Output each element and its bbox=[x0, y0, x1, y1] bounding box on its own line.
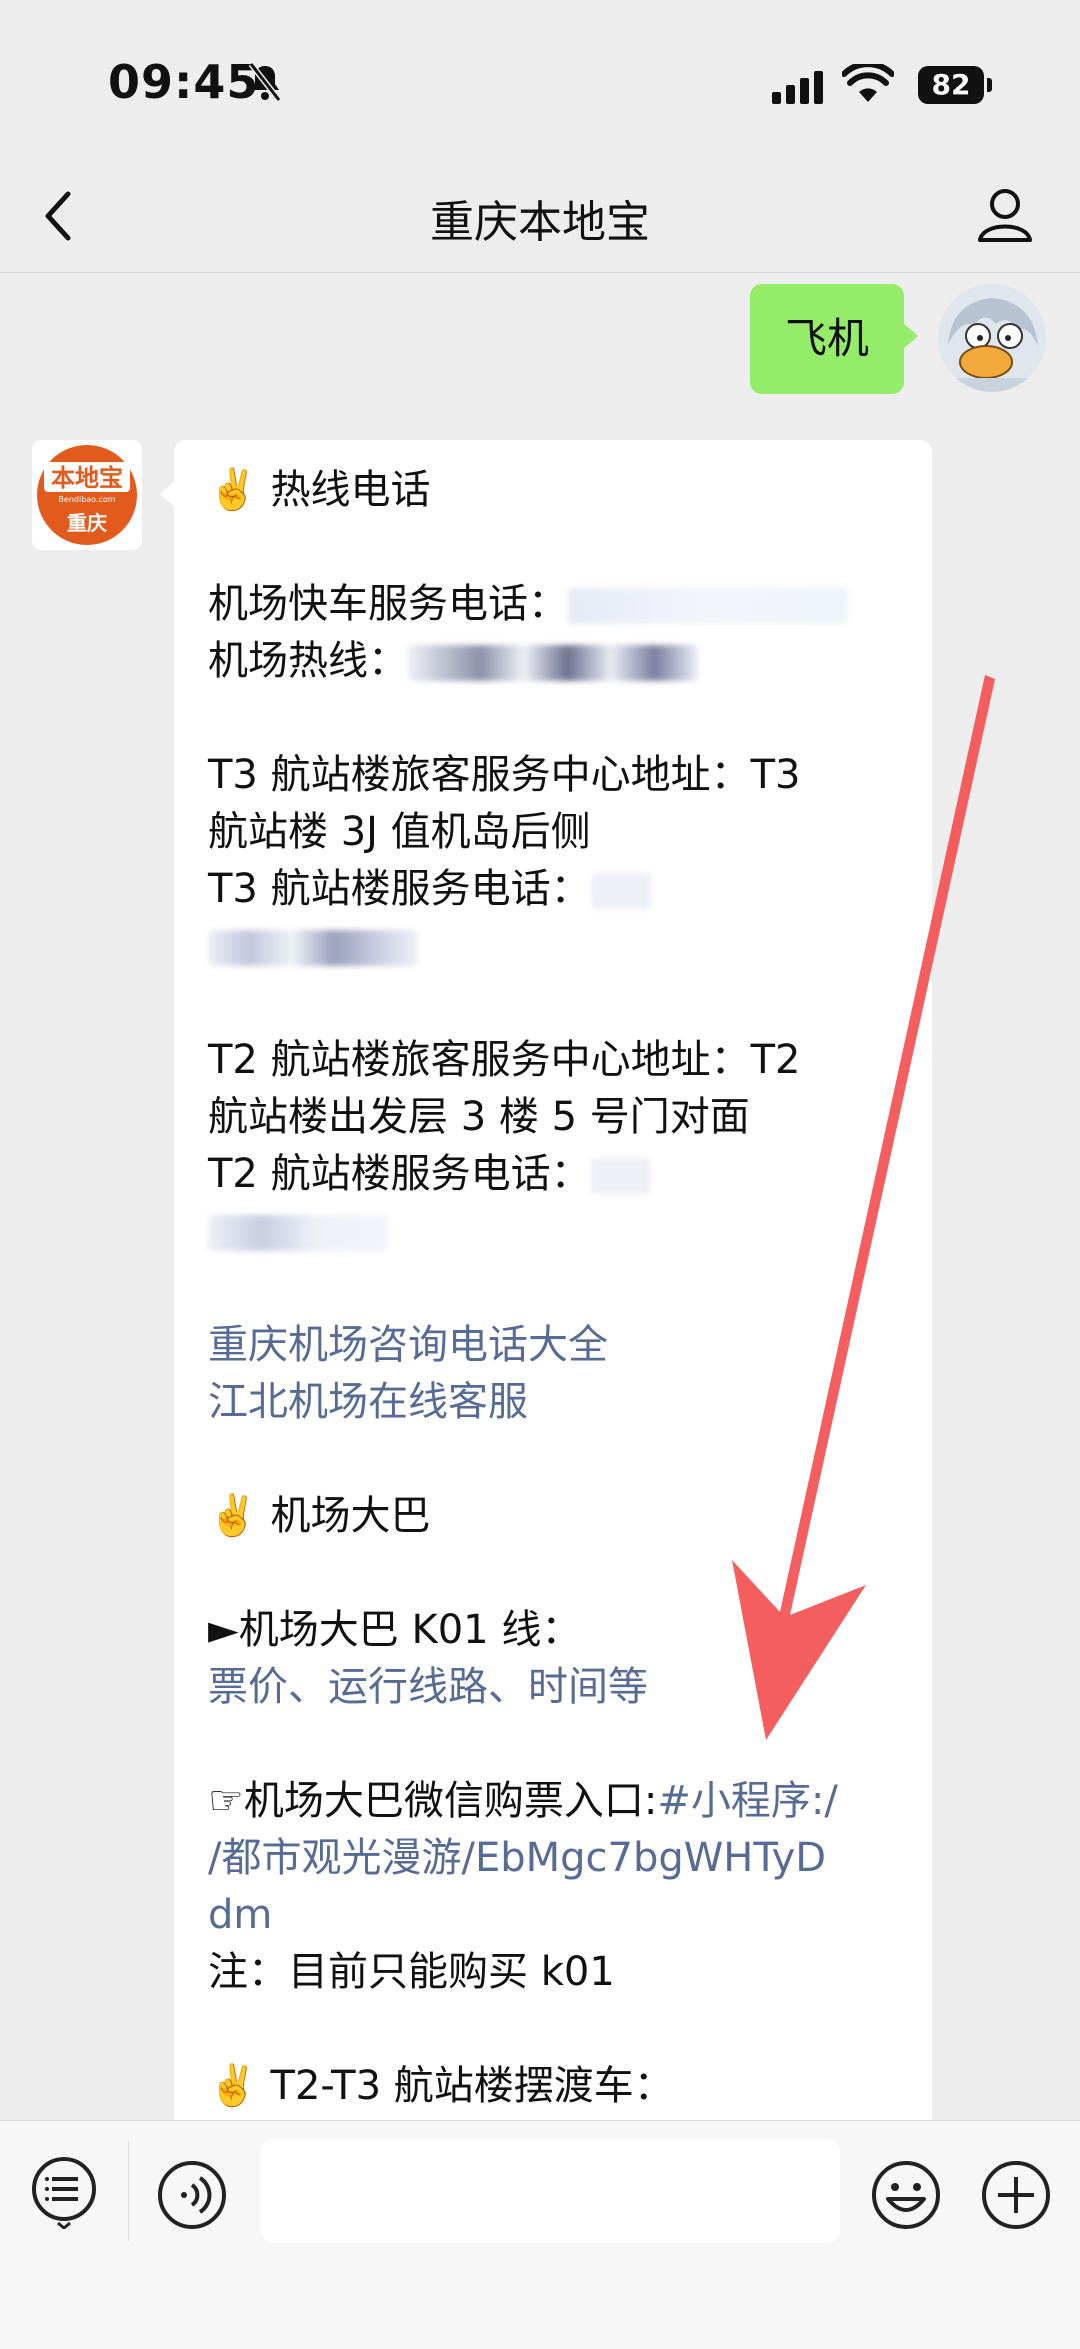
t3-phone-value-row bbox=[208, 918, 908, 975]
status-bar: 09:45 82 bbox=[0, 0, 1080, 170]
hotline-label: 机场热线： bbox=[208, 638, 408, 684]
redacted-phone bbox=[568, 588, 848, 624]
outgoing-message-bubble[interactable]: 飞机 bbox=[750, 284, 918, 394]
express-phone-label: 机场快车服务电话： bbox=[208, 581, 568, 627]
redacted-phone bbox=[590, 873, 651, 909]
message-content: ✌️ 热线电话 机场快车服务电话： 机场热线： T3 航站楼旅客服务中心地址：T… bbox=[208, 462, 908, 2115]
bot-avatar-top-text: 本地宝 bbox=[51, 464, 123, 492]
profile-icon[interactable] bbox=[975, 184, 1035, 248]
t3-address-line-1: T3 航站楼旅客服务中心地址：T3 bbox=[208, 752, 801, 798]
battery-indicator: 82 bbox=[918, 66, 984, 104]
redacted-phone bbox=[208, 1215, 388, 1251]
mute-bell-icon bbox=[248, 62, 282, 106]
message-input[interactable] bbox=[260, 2139, 840, 2243]
t3-address-line-2: 航站楼 3J 值机岛后侧 bbox=[208, 809, 591, 855]
wifi-icon bbox=[841, 61, 895, 108]
cellular-signal-icon bbox=[772, 70, 828, 110]
t2-address-line-2: 航站楼出发层 3 楼 5 号门对面 bbox=[208, 1094, 750, 1140]
bot-avatar-bottom-text: 重庆 bbox=[67, 511, 107, 535]
t2-address-line-1: T2 航站楼旅客服务中心地址：T2 bbox=[208, 1037, 801, 1083]
link-mini-program-2[interactable]: /都市观光漫游/EbMgc7bgWHTyD bbox=[208, 1830, 908, 1887]
chat-title: 重庆本地宝 bbox=[430, 197, 650, 248]
t3-phone-label: T3 航站楼服务电话： bbox=[208, 866, 591, 912]
bot-avatar[interactable]: 本地宝 Bendibao.com 重庆 bbox=[32, 440, 142, 550]
input-divider bbox=[128, 2141, 129, 2241]
incoming-message-bubble[interactable]: ✌️ 热线电话 机场快车服务电话： 机场热线： T3 航站楼旅客服务中心地址：T… bbox=[160, 440, 932, 2140]
link-airport-phone-list[interactable]: 重庆机场咨询电话大全 bbox=[208, 1317, 908, 1374]
battery-tip bbox=[987, 78, 992, 92]
redacted-phone bbox=[208, 930, 418, 966]
t2-phone-value-row bbox=[208, 1203, 908, 1260]
chat-header: 重庆本地宝 bbox=[0, 160, 1080, 273]
menu-list-icon[interactable] bbox=[30, 2157, 98, 2233]
link-k01-details[interactable]: 票价、运行线路、时间等 bbox=[208, 1659, 908, 1716]
ticket-entry-row: ☞机场大巴微信购票入口:#小程序:/ bbox=[208, 1773, 908, 1830]
user-avatar[interactable] bbox=[938, 284, 1046, 392]
voice-input-icon[interactable] bbox=[156, 2159, 228, 2235]
bus-k01-label: ►机场大巴 K01 线： bbox=[208, 1607, 582, 1653]
heading-hotline: ✌️ 热线电话 bbox=[208, 467, 431, 513]
emoji-icon[interactable] bbox=[870, 2159, 942, 2235]
t2-phone-label: T2 航站楼服务电话： bbox=[208, 1151, 591, 1197]
note-k01: 注：目前只能购买 k01 bbox=[208, 1949, 615, 1995]
heading-airport-bus: ✌️ 机场大巴 bbox=[208, 1493, 431, 1539]
t2-phone-row: T2 航站楼服务电话： bbox=[208, 1146, 908, 1203]
redacted-phone bbox=[590, 1158, 651, 1194]
bot-avatar-small-text: Bendibao.com bbox=[58, 495, 115, 504]
express-phone-row: 机场快车服务电话： bbox=[208, 576, 908, 633]
link-mini-program-3[interactable]: dm bbox=[208, 1887, 908, 1944]
input-bar bbox=[0, 2120, 1080, 2349]
status-time: 09:45 bbox=[108, 55, 260, 109]
hotline-row: 机场热线： bbox=[208, 633, 908, 690]
heading-shuttle: ✌️ T2-T3 航站楼摆渡车： bbox=[208, 2063, 674, 2109]
redacted-phone bbox=[408, 645, 698, 681]
ticket-entry-label: ☞机场大巴微信购票入口: bbox=[208, 1778, 658, 1824]
link-mini-program-1[interactable]: #小程序:/ bbox=[657, 1778, 837, 1824]
link-online-service[interactable]: 江北机场在线客服 bbox=[208, 1374, 908, 1431]
t3-phone-row: T3 航站楼服务电话： bbox=[208, 861, 908, 918]
plus-icon[interactable] bbox=[980, 2159, 1052, 2235]
